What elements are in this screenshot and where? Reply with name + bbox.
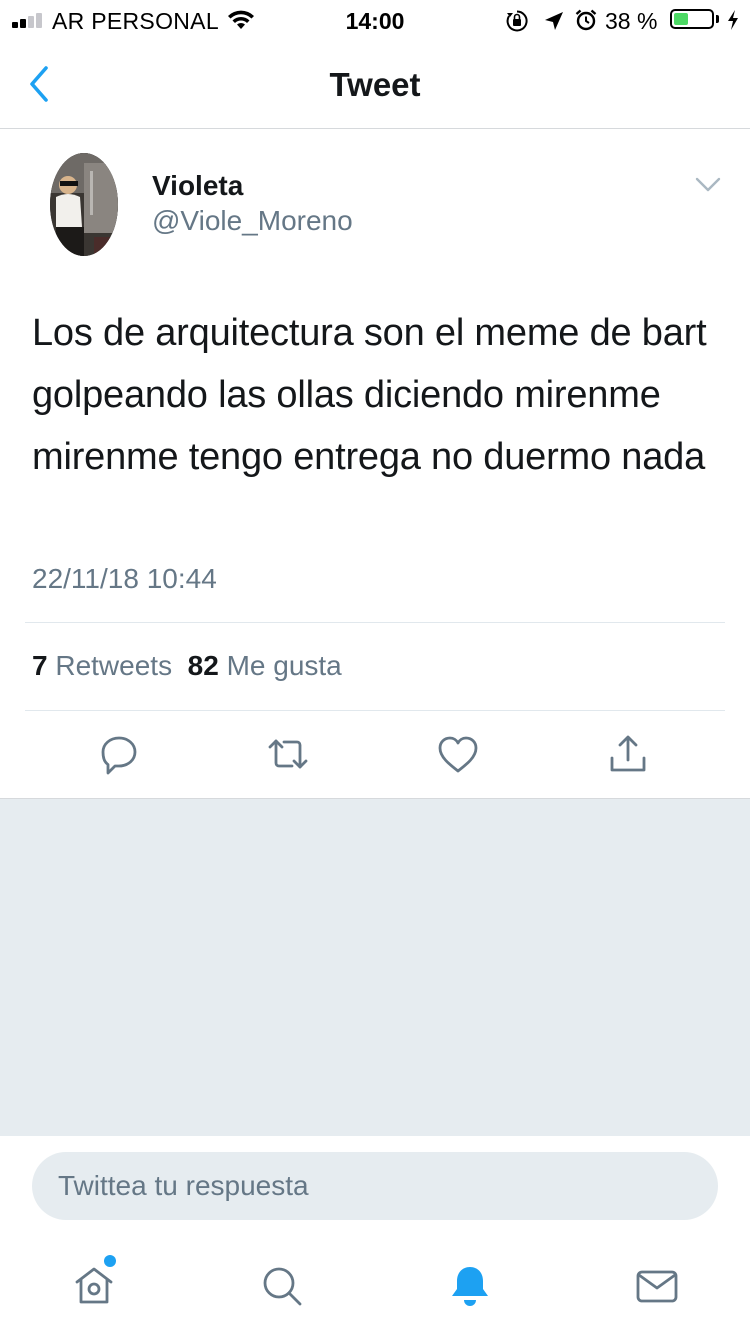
retweet-icon[interactable] xyxy=(264,730,312,778)
avatar-photo xyxy=(50,153,118,256)
likes-stat[interactable]: 82 Me gusta xyxy=(188,650,342,681)
notifications-icon[interactable] xyxy=(446,1262,494,1310)
author-name[interactable]: Violeta xyxy=(152,170,243,202)
battery-icon xyxy=(670,9,714,29)
orientation-lock-icon xyxy=(506,10,528,32)
avatar[interactable] xyxy=(50,153,118,256)
retweets-count: 7 xyxy=(32,650,48,681)
battery-percentage: 38 % xyxy=(605,8,658,34)
navigation-bar: Tweet xyxy=(0,40,750,129)
divider xyxy=(25,622,725,623)
replies-area xyxy=(0,798,750,1137)
author-handle[interactable]: @Viole_Moreno xyxy=(152,205,353,237)
reply-input[interactable] xyxy=(32,1152,718,1220)
location-arrow-icon xyxy=(545,12,563,30)
tweet-stats: 7 Retweets 82 Me gusta xyxy=(32,650,342,682)
page-title: Tweet xyxy=(329,66,421,103)
like-icon[interactable] xyxy=(434,730,482,778)
chevron-down-icon[interactable] xyxy=(695,176,721,194)
retweets-stat[interactable]: 7 Retweets xyxy=(32,650,172,681)
share-icon[interactable] xyxy=(604,730,652,778)
likes-label: Me gusta xyxy=(226,650,342,681)
likes-count: 82 xyxy=(187,650,219,681)
retweets-label: Retweets xyxy=(55,650,173,681)
reply-icon[interactable] xyxy=(95,730,143,778)
divider xyxy=(25,710,725,711)
charging-bolt-icon xyxy=(728,10,738,30)
battery-level-fill xyxy=(674,13,688,25)
unread-dot xyxy=(104,1255,116,1267)
messages-icon[interactable] xyxy=(633,1262,681,1310)
tweet-timestamp: 22/11/18 10:44 xyxy=(32,563,217,594)
search-icon[interactable] xyxy=(258,1262,306,1310)
tweet-text: Los de arquitectura son el meme de bart … xyxy=(32,312,707,478)
battery-tip xyxy=(716,15,719,23)
home-icon[interactable] xyxy=(70,1262,118,1310)
status-bar: AR PERSONAL 14:00 38 % xyxy=(0,0,750,40)
alarm-icon xyxy=(575,9,597,31)
tweet-actions xyxy=(0,730,750,790)
